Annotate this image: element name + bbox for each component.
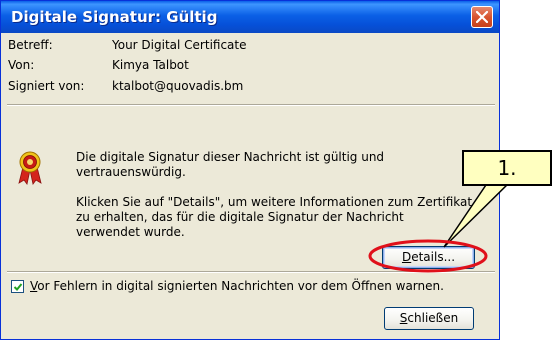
callout-number: 1. — [497, 156, 517, 180]
details-highlight-ring — [368, 239, 488, 273]
callout-pointer — [443, 181, 512, 248]
callout-box: 1. — [462, 150, 552, 186]
